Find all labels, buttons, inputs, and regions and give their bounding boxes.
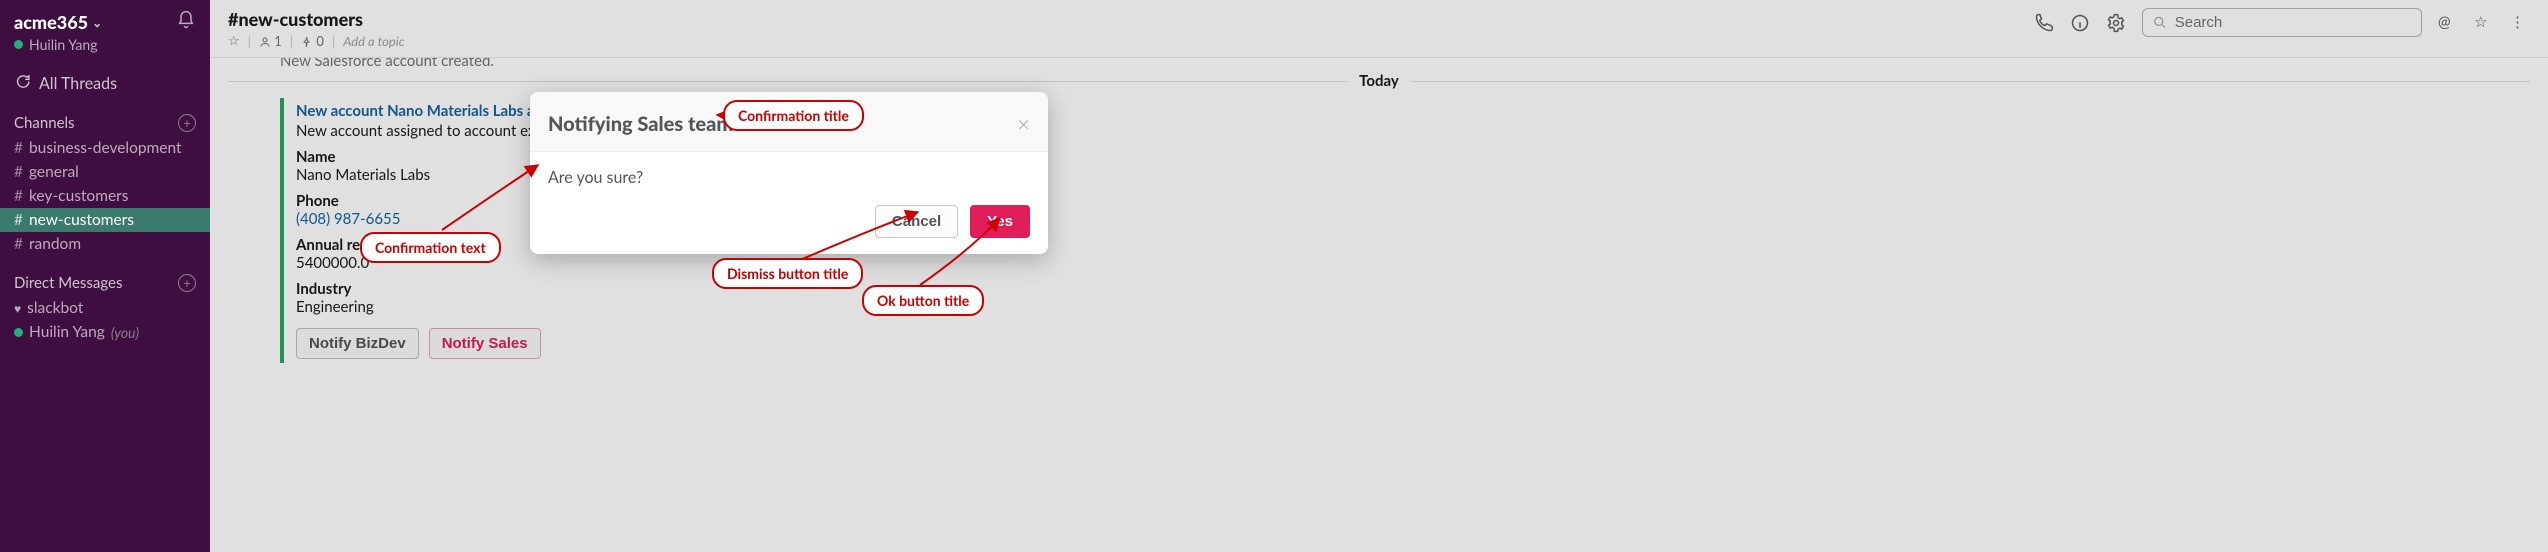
dm-item[interactable]: ♥ slackbot [0, 296, 210, 320]
channel-list: # business-development # general # key-cust… [0, 136, 210, 256]
modal-overlay[interactable] [210, 0, 2548, 552]
annotation-confirmation-title: Confirmation title [723, 100, 864, 131]
channel-item[interactable]: # key-customers [0, 184, 210, 208]
all-threads-label: All Threads [39, 74, 117, 93]
team-name: acme365 ⌄ [14, 11, 102, 33]
current-user-name: Huilin Yang [29, 36, 97, 53]
all-threads[interactable]: All Threads [0, 67, 210, 106]
add-channel-icon[interactable]: + [178, 114, 196, 132]
chevron-down-icon: ⌄ [92, 15, 102, 30]
channel-label: general [29, 163, 79, 181]
add-dm-icon[interactable]: + [178, 274, 196, 292]
channel-label: random [29, 235, 81, 253]
hash-icon: # [14, 211, 23, 229]
hash-icon: # [14, 163, 23, 181]
cancel-button[interactable]: Cancel [875, 205, 958, 238]
channel-item[interactable]: # business-development [0, 136, 210, 160]
modal-body: Are you sure? [530, 152, 1048, 195]
bell-icon[interactable] [176, 10, 196, 34]
channel-label: key-customers [29, 187, 128, 205]
channel-label: business-development [29, 139, 182, 157]
team-name-text: acme365 [14, 11, 88, 33]
close-icon[interactable]: × [1017, 110, 1030, 137]
hash-icon: # [14, 187, 23, 205]
annotation-dismiss-button: Dismiss button title [712, 258, 863, 289]
current-user-row[interactable]: Huilin Yang [0, 36, 210, 67]
dm-label: slackbot [27, 299, 83, 317]
dm-list: ♥ slackbot Huilin Yang (you) [0, 296, 210, 344]
hash-icon: # [14, 235, 23, 253]
heart-icon: ♥ [14, 301, 21, 316]
dm-header: Direct Messages + [0, 266, 210, 296]
presence-active-icon [14, 40, 23, 49]
modal-title: Notifying Sales team [548, 112, 733, 136]
sidebar: acme365 ⌄ Huilin Yang All Threads Channe… [0, 0, 210, 552]
channel-item-active[interactable]: # new-customers [0, 208, 210, 232]
ok-button[interactable]: Yes [970, 205, 1030, 238]
channels-label: Channels [14, 114, 75, 132]
channel-item[interactable]: # random [0, 232, 210, 256]
channel-item[interactable]: # general [0, 160, 210, 184]
threads-icon [14, 73, 31, 94]
hash-icon: # [14, 139, 23, 157]
modal-footer: Cancel Yes [530, 195, 1048, 254]
annotation-confirmation-text: Confirmation text [360, 232, 501, 263]
dm-item[interactable]: Huilin Yang (you) [0, 320, 210, 344]
channel-label: new-customers [29, 211, 134, 229]
annotation-ok-button: Ok button title [862, 285, 984, 316]
you-suffix: (you) [111, 324, 139, 341]
presence-active-icon [14, 328, 23, 337]
team-header[interactable]: acme365 ⌄ [0, 6, 210, 36]
dm-label: Huilin Yang [29, 323, 105, 341]
channels-header: Channels + [0, 106, 210, 136]
dm-label: Direct Messages [14, 274, 122, 292]
